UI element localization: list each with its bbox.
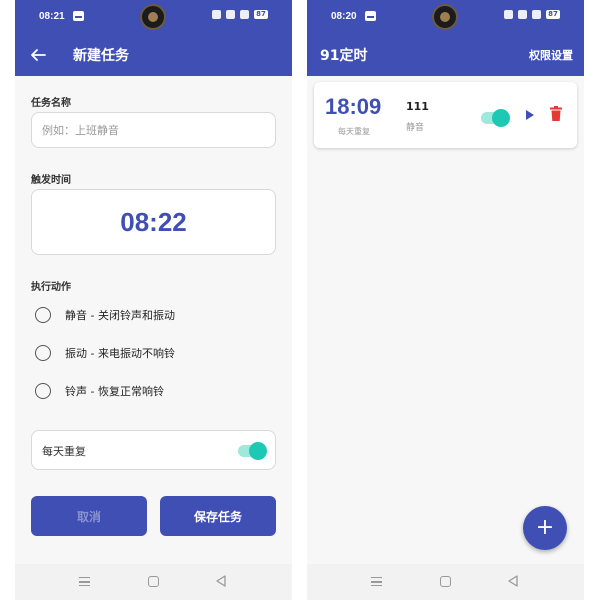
action-label: 执行动作 xyxy=(31,282,71,293)
alarm-icon xyxy=(212,10,221,19)
page-title: 新建任务 xyxy=(73,48,129,64)
radio-option-vibrate[interactable]: 振动 - 来电振动不响铃 xyxy=(35,345,175,361)
nav-back-icon[interactable] xyxy=(215,575,227,587)
radio-button[interactable] xyxy=(35,345,51,361)
task-name: 111 xyxy=(406,100,429,113)
camera-cutout xyxy=(432,4,458,30)
play-icon[interactable] xyxy=(525,109,535,121)
permission-settings-button[interactable]: 权限设置 xyxy=(529,47,573,63)
top-app-bar: 91定时 权限设置 xyxy=(307,34,584,76)
status-time: 08:20 xyxy=(331,11,357,22)
toggle-knob xyxy=(492,109,510,127)
toggle-knob xyxy=(249,442,267,460)
system-nav-bar xyxy=(307,564,584,600)
task-time: 18:09 xyxy=(325,94,382,119)
system-nav-bar xyxy=(15,564,292,600)
trigger-time-value: 08:22 xyxy=(120,206,187,237)
task-list-screen: 08:20 87 91定时 权限设置 18:09 每天重复 111 静音 + xyxy=(307,0,584,600)
nav-menu-icon[interactable] xyxy=(371,577,382,586)
status-icons: 87 xyxy=(504,10,560,19)
trigger-time-label: 触发时间 xyxy=(31,175,71,186)
radio-option-mute[interactable]: 静音 - 关闭铃声和振动 xyxy=(35,307,175,323)
task-name-field-wrapper xyxy=(31,112,276,148)
wifi-icon xyxy=(518,10,527,19)
task-action: 静音 xyxy=(406,123,425,133)
battery-icon: 87 xyxy=(254,10,268,19)
camera-cutout xyxy=(140,4,166,30)
message-icon xyxy=(365,11,376,21)
alarm-icon xyxy=(504,10,513,19)
top-app-bar: 新建任务 xyxy=(15,34,292,76)
radio-label: 静音 - 关闭铃声和振动 xyxy=(65,309,175,322)
trash-icon[interactable] xyxy=(550,106,562,121)
signal-icon xyxy=(532,10,541,19)
radio-label: 振动 - 来电振动不响铃 xyxy=(65,347,175,360)
signal-icon xyxy=(240,10,249,19)
radio-option-ring[interactable]: 铃声 - 恢复正常响铃 xyxy=(35,383,164,399)
create-task-screen: 08:21 87 新建任务 任务名称 触发时间 08:22 执行动作 静音 - … xyxy=(15,0,292,600)
status-icons: 87 xyxy=(212,10,268,19)
nav-menu-icon[interactable] xyxy=(79,577,90,586)
radio-button[interactable] xyxy=(35,383,51,399)
task-enabled-toggle[interactable] xyxy=(481,109,510,127)
trigger-time-picker[interactable]: 08:22 xyxy=(31,189,276,255)
repeat-daily-toggle[interactable] xyxy=(238,442,267,460)
wifi-icon xyxy=(226,10,235,19)
task-card[interactable]: 18:09 每天重复 111 静音 xyxy=(314,82,577,148)
task-name-input[interactable] xyxy=(32,113,275,147)
nav-home-icon[interactable] xyxy=(440,576,451,587)
repeat-daily-row: 每天重复 xyxy=(31,430,276,470)
task-name-label: 任务名称 xyxy=(31,98,71,109)
add-task-fab[interactable]: + xyxy=(523,506,567,550)
radio-button[interactable] xyxy=(35,307,51,323)
save-task-button[interactable]: 保存任务 xyxy=(160,496,276,536)
app-title: 91定时 xyxy=(320,48,368,64)
nav-back-icon[interactable] xyxy=(507,575,519,587)
status-time: 08:21 xyxy=(39,11,65,22)
repeat-daily-label: 每天重复 xyxy=(42,445,86,458)
nav-home-icon[interactable] xyxy=(148,576,159,587)
cancel-button[interactable]: 取消 xyxy=(31,496,147,536)
status-bar: 08:21 87 xyxy=(15,0,292,34)
battery-icon: 87 xyxy=(546,10,560,19)
message-icon xyxy=(73,11,84,21)
radio-label: 铃声 - 恢复正常响铃 xyxy=(65,385,164,398)
task-repeat: 每天重复 xyxy=(338,127,370,136)
back-arrow-icon[interactable] xyxy=(29,46,47,64)
status-bar: 08:20 87 xyxy=(307,0,584,34)
